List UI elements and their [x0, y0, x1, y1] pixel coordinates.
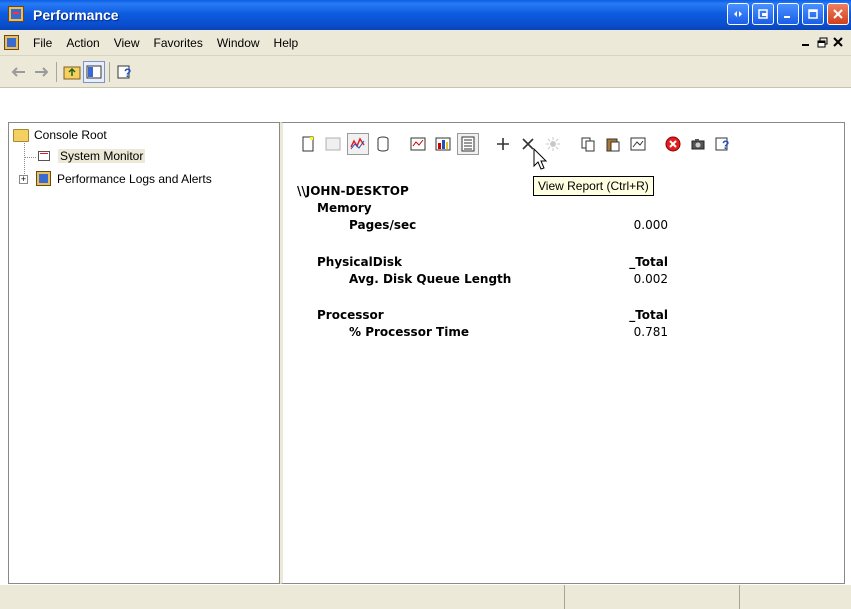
minimize-button[interactable] — [777, 3, 799, 25]
mdi-minimize-button[interactable] — [799, 35, 813, 49]
report-counter-disk-queue: Avg. Disk Queue Length — [349, 272, 512, 286]
minimize-icon — [802, 44, 809, 46]
clear-display-icon — [325, 137, 341, 151]
menu-view[interactable]: View — [107, 36, 147, 50]
mmc-doc-icon[interactable] — [4, 34, 20, 51]
menu-help[interactable]: Help — [267, 36, 306, 50]
show-hide-tree-button[interactable] — [83, 60, 105, 83]
close-button[interactable] — [827, 3, 849, 25]
performance-logs-icon — [36, 171, 52, 187]
toolbar-separator — [109, 61, 110, 82]
system-monitor-toolbar: ? — [283, 131, 737, 157]
status-bar — [0, 584, 851, 609]
properties-icon — [630, 137, 646, 151]
title-bar[interactable]: Performance — [0, 0, 851, 30]
svg-text:?: ? — [124, 66, 131, 80]
menu-window[interactable]: Window — [210, 36, 267, 50]
paste-icon — [606, 138, 620, 152]
view-histogram-button[interactable] — [432, 133, 454, 155]
plus-icon — [497, 138, 509, 150]
extra-button-1[interactable] — [727, 3, 749, 25]
view-log-data-button[interactable] — [372, 133, 394, 155]
current-activity-icon — [350, 137, 365, 150]
view-current-activity-button[interactable] — [347, 133, 369, 155]
report-counter-pages-sec: Pages/sec — [349, 218, 417, 232]
help-button[interactable]: ? — [114, 61, 136, 83]
maximize-button[interactable] — [802, 3, 824, 25]
system-monitor-icon — [37, 149, 53, 163]
back-button[interactable] — [8, 61, 30, 83]
freeze-display-button[interactable] — [662, 133, 684, 155]
folder-icon — [13, 128, 29, 142]
close-icon — [833, 9, 843, 19]
report-icon — [461, 136, 475, 152]
performance-app-icon[interactable] — [8, 6, 26, 24]
menu-favorites[interactable]: Favorites — [147, 36, 210, 50]
menu-file[interactable]: File — [26, 36, 59, 50]
mdi-close-button[interactable] — [831, 35, 845, 49]
mouse-cursor-icon — [533, 148, 548, 170]
folder-up-icon — [63, 66, 81, 79]
console-tree[interactable]: Console Root System Monitor + Performanc… — [8, 122, 280, 584]
paste-counter-list-button[interactable] — [602, 133, 624, 155]
window-title: Performance — [33, 7, 119, 23]
copy-properties-button[interactable] — [577, 133, 599, 155]
mdi-restore-button[interactable] — [815, 35, 829, 49]
close-icon — [833, 37, 843, 47]
standard-toolbar: ? — [0, 56, 851, 88]
restore-icon — [817, 37, 827, 47]
expand-plus-icon[interactable]: + — [19, 174, 28, 184]
add-counter-button[interactable] — [492, 133, 514, 155]
tree-item-console-root[interactable]: Console Root — [13, 128, 107, 142]
help-icon: ? — [117, 65, 131, 80]
forward-button[interactable] — [30, 61, 52, 83]
arrow-left-icon — [11, 66, 25, 77]
report-value-processor-time: 0.781 — [633, 325, 668, 339]
histogram-icon — [435, 137, 451, 151]
up-one-level-button[interactable] — [61, 61, 83, 83]
status-segment-3 — [740, 585, 851, 609]
view-graph-button[interactable] — [407, 133, 429, 155]
maximize-icon — [808, 9, 818, 19]
show-tree-icon — [86, 65, 102, 78]
stop-icon — [665, 136, 681, 152]
tree-item-system-monitor[interactable]: System Monitor — [37, 149, 146, 163]
new-counter-set-button[interactable] — [297, 133, 319, 155]
update-data-button[interactable] — [687, 133, 709, 155]
tree-item-performance-logs[interactable]: + Performance Logs and Alerts — [19, 171, 212, 187]
report-instance-processor: _Total — [629, 308, 668, 322]
report-instance-physicaldisk: _Total — [629, 255, 668, 269]
menu-action[interactable]: Action — [59, 36, 106, 50]
status-segment-2 — [565, 585, 740, 609]
minimize-icon — [784, 16, 790, 18]
report-object-processor: Processor — [317, 308, 384, 322]
svg-text:?: ? — [722, 138, 729, 152]
report-object-memory: Memory — [317, 201, 372, 215]
camera-icon — [691, 139, 705, 150]
help-icon: ? — [715, 137, 729, 152]
properties-button[interactable] — [627, 133, 649, 155]
toolbar-separator — [56, 61, 57, 82]
clear-display-button[interactable] — [322, 133, 344, 155]
view-report-tooltip: View Report (Ctrl+R) — [533, 176, 654, 196]
graph-icon — [410, 137, 426, 151]
database-icon — [377, 136, 389, 152]
report-machine: \\JOHN-DESKTOP — [297, 184, 409, 198]
arrows-icon — [734, 11, 742, 17]
copy-icon — [581, 137, 595, 152]
arrow-right-icon — [35, 66, 49, 77]
menu-bar: File Action View Favorites Window Help — [0, 30, 851, 56]
sm-help-button[interactable]: ? — [712, 133, 734, 155]
report-value-pages-sec: 0.000 — [633, 218, 668, 232]
window-icon — [758, 9, 768, 19]
report-value-disk-queue: 0.002 — [633, 272, 668, 286]
report-object-physicaldisk: PhysicalDisk — [317, 255, 402, 269]
report-counter-processor-time: % Processor Time — [349, 325, 469, 339]
new-document-icon — [302, 136, 314, 152]
status-segment-main — [0, 585, 565, 609]
view-report-button[interactable] — [457, 133, 479, 155]
extra-button-2[interactable] — [752, 3, 774, 25]
